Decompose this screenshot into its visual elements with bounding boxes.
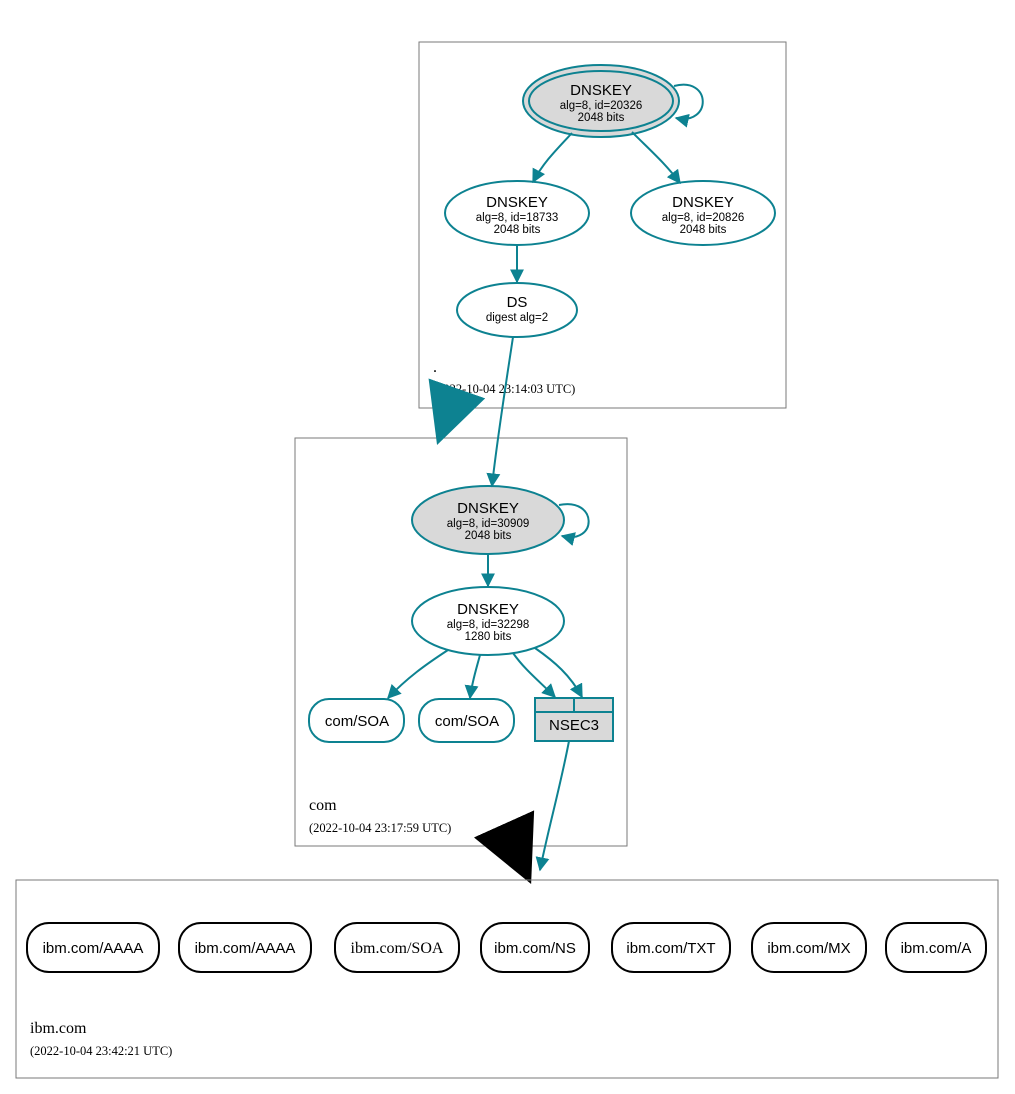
rr-txt: ibm.com/TXT bbox=[612, 923, 730, 972]
edge-comzsk-soa1 bbox=[388, 650, 448, 698]
svg-text:ibm.com/TXT: ibm.com/TXT bbox=[626, 940, 715, 957]
edge-zone-root-to-com bbox=[443, 408, 450, 428]
node-com-soa-2: com/SOA bbox=[419, 699, 514, 742]
zone-ibm-name: ibm.com bbox=[30, 1020, 87, 1037]
node-root-ds: DS digest alg=2 bbox=[457, 283, 577, 337]
svg-text:DNSKEY: DNSKEY bbox=[672, 194, 734, 211]
svg-text:2048 bits: 2048 bits bbox=[680, 224, 727, 236]
zone-com-timestamp: (2022-10-04 23:17:59 UTC) bbox=[309, 821, 451, 835]
svg-text:ibm.com/AAAA: ibm.com/AAAA bbox=[43, 940, 144, 957]
zone-com-name: com bbox=[309, 797, 337, 814]
rr-a: ibm.com/A bbox=[886, 923, 986, 972]
zone-ibm-timestamp: (2022-10-04 23:42:21 UTC) bbox=[30, 1044, 172, 1058]
rr-aaaa-1: ibm.com/AAAA bbox=[27, 923, 159, 972]
node-root-zsk: DNSKEY alg=8, id=18733 2048 bits bbox=[445, 181, 589, 245]
node-root-extra: DNSKEY alg=8, id=20826 2048 bits bbox=[631, 181, 775, 245]
node-com-nsec3: NSEC3 bbox=[535, 698, 613, 741]
svg-text:com/SOA: com/SOA bbox=[435, 713, 499, 730]
svg-text:NSEC3: NSEC3 bbox=[549, 717, 599, 734]
svg-text:alg=8, id=20326: alg=8, id=20326 bbox=[560, 100, 643, 112]
svg-text:ibm.com/AAAA: ibm.com/AAAA bbox=[195, 940, 296, 957]
edge-comzsk-soa2 bbox=[470, 655, 480, 698]
svg-text:digest alg=2: digest alg=2 bbox=[486, 312, 548, 324]
svg-text:ibm.com/SOA: ibm.com/SOA bbox=[351, 940, 444, 957]
svg-text:com/SOA: com/SOA bbox=[325, 713, 389, 730]
edge-zone-com-to-ibm bbox=[514, 846, 523, 866]
svg-text:2048 bits: 2048 bits bbox=[465, 530, 512, 542]
edge-ds-comksk bbox=[492, 337, 513, 486]
svg-text:ibm.com/NS: ibm.com/NS bbox=[494, 940, 576, 957]
svg-text:DNSKEY: DNSKEY bbox=[457, 500, 519, 517]
rr-mx: ibm.com/MX bbox=[752, 923, 866, 972]
node-com-zsk: DNSKEY alg=8, id=32298 1280 bits bbox=[412, 587, 564, 655]
edge-rootksk-zsk bbox=[533, 133, 572, 182]
zone-ibm: ibm.com (2022-10-04 23:42:21 UTC) ibm.co… bbox=[16, 880, 998, 1078]
svg-text:alg=8, id=20826: alg=8, id=20826 bbox=[662, 212, 745, 224]
svg-text:alg=8, id=32298: alg=8, id=32298 bbox=[447, 619, 530, 631]
svg-text:1280 bits: 1280 bits bbox=[465, 631, 512, 643]
svg-text:ibm.com/MX: ibm.com/MX bbox=[767, 940, 850, 957]
node-root-ksk: DNSKEY alg=8, id=20326 2048 bits bbox=[523, 65, 679, 137]
svg-text:2048 bits: 2048 bits bbox=[578, 112, 625, 124]
svg-text:alg=8, id=30909: alg=8, id=30909 bbox=[447, 518, 530, 530]
svg-text:DNSKEY: DNSKEY bbox=[486, 194, 548, 211]
svg-text:ibm.com/A: ibm.com/A bbox=[901, 940, 972, 957]
node-com-soa-1: com/SOA bbox=[309, 699, 404, 742]
zone-root: . (2022-10-04 23:14:03 UTC) DNSKEY alg=8… bbox=[419, 42, 786, 408]
edge-nsec3-down bbox=[540, 741, 569, 870]
rr-aaaa-2: ibm.com/AAAA bbox=[179, 923, 311, 972]
node-com-ksk: DNSKEY alg=8, id=30909 2048 bits bbox=[412, 486, 564, 554]
rr-ns: ibm.com/NS bbox=[481, 923, 589, 972]
svg-text:DNSKEY: DNSKEY bbox=[457, 601, 519, 618]
edge-comzsk-nsec3-b bbox=[535, 648, 582, 697]
zone-com: com (2022-10-04 23:17:59 UTC) DNSKEY alg… bbox=[295, 438, 627, 846]
svg-text:2048 bits: 2048 bits bbox=[494, 224, 541, 236]
dnssec-diagram: . (2022-10-04 23:14:03 UTC) DNSKEY alg=8… bbox=[0, 0, 1015, 1094]
svg-text:DNSKEY: DNSKEY bbox=[570, 82, 632, 99]
edge-rootksk-extra bbox=[632, 132, 680, 183]
svg-text:alg=8, id=18733: alg=8, id=18733 bbox=[476, 212, 559, 224]
svg-text:DS: DS bbox=[507, 294, 528, 311]
zone-root-name: . bbox=[433, 359, 437, 376]
rr-soa: ibm.com/SOA bbox=[335, 923, 459, 972]
edge-comzsk-nsec3-a bbox=[513, 653, 555, 697]
